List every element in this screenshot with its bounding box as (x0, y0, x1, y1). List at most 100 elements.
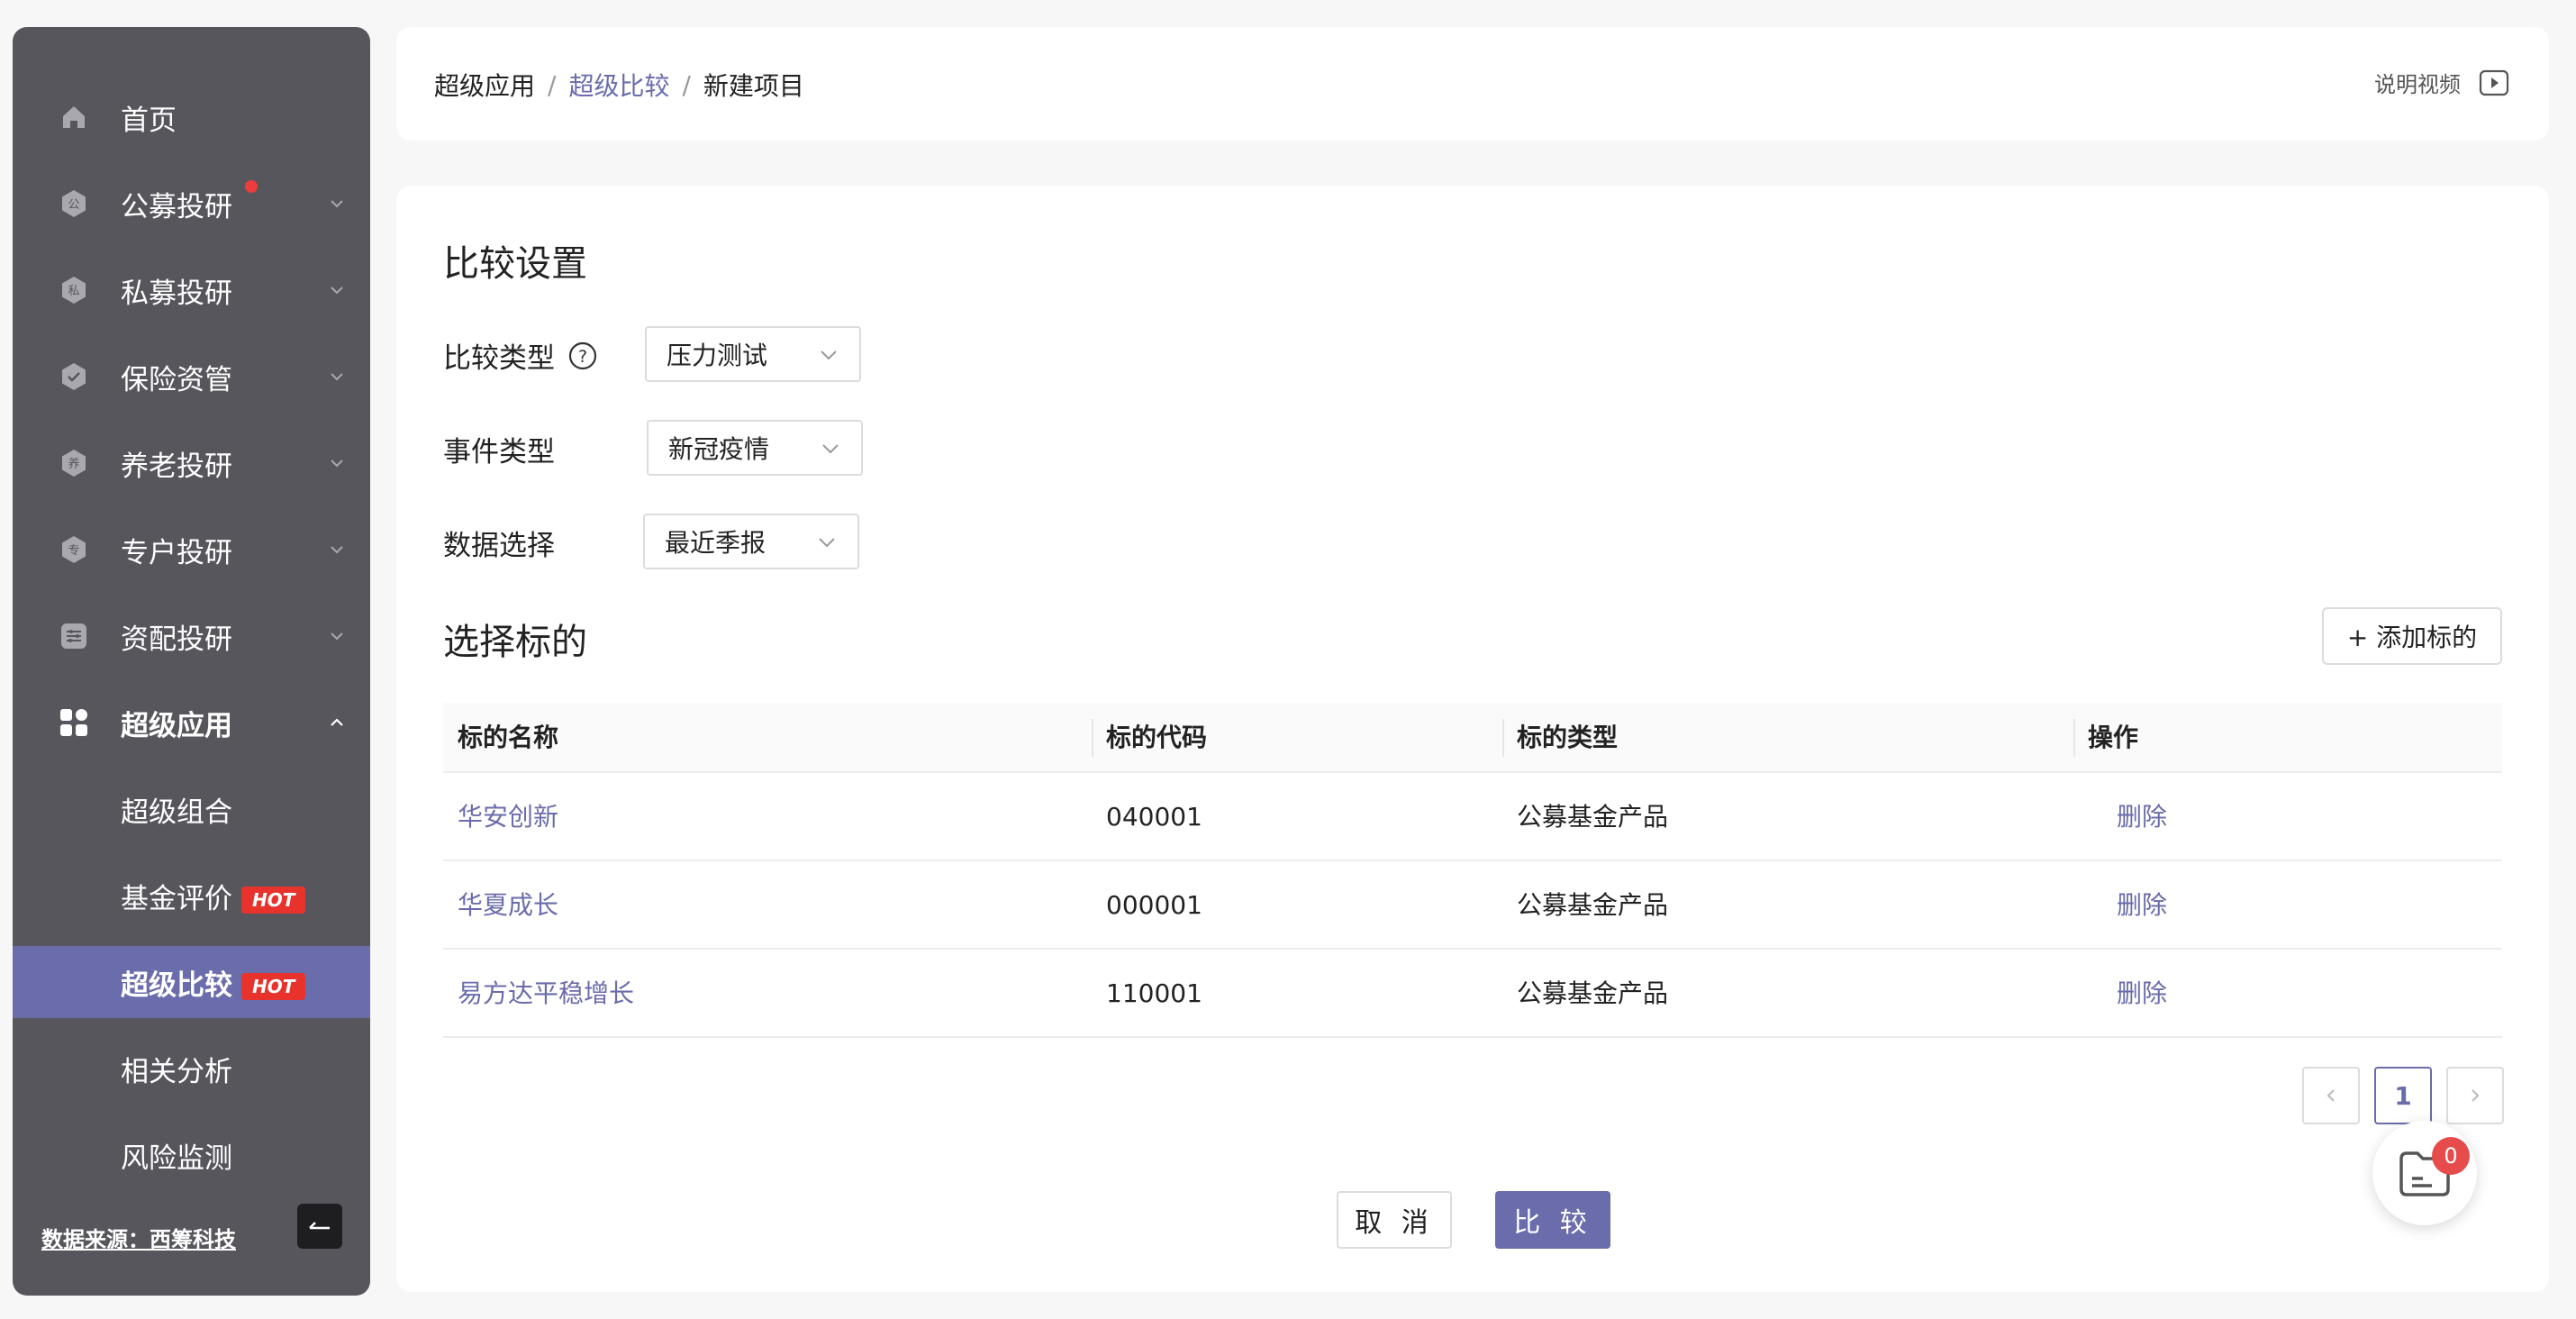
chevron-down-icon (821, 350, 837, 360)
column-header-action: 操作 (2073, 703, 2138, 773)
sidebar-item-pension[interactable]: 养 养老投研 (13, 427, 370, 499)
target-type: 公募基金产品 (1517, 978, 1669, 1008)
svg-text:公: 公 (68, 198, 79, 212)
cancel-button[interactable]: 取 消 (1337, 1191, 1452, 1249)
header-bar: 超级应用 / 超级比较 / 新建项目 说明视频 (396, 27, 2549, 141)
target-code: 040001 (1106, 802, 1202, 832)
chevron-right-icon (2472, 1089, 2480, 1102)
prev-page-button[interactable] (2302, 1067, 2360, 1124)
sidebar-item-label: 超级比较 (121, 969, 232, 1002)
help-question-icon[interactable]: ? (567, 341, 598, 371)
sidebar-item-correlation[interactable]: 相关分析 (13, 1032, 370, 1105)
svg-text:专: 专 (68, 544, 79, 558)
sidebar-item-public-fund[interactable]: 公 公募投研 (13, 168, 370, 240)
chevron-left-icon (2327, 1089, 2335, 1102)
sidebar-item-private-fund[interactable]: 私 私募投研 (13, 254, 370, 326)
selection-basket-button[interactable]: 0 (2372, 1121, 2477, 1225)
sidebar: 首页 公 公募投研 私 私募投研 保险资管 养 养老投研 专 专户投研 资配投研… (13, 27, 370, 1296)
svg-text:?: ? (578, 347, 587, 367)
main-panel: 比较设置 比较类型 ? 压力测试 事件类型 新冠疫情 数据选择 最近季报 选择标… (396, 186, 2549, 1292)
chevron-down-icon (326, 193, 348, 214)
chevron-down-icon (326, 452, 348, 474)
page-number-button[interactable]: 1 (2374, 1067, 2432, 1124)
compare-type-value: 压力测试 (667, 341, 768, 370)
breadcrumb-item-super-compare[interactable]: 超级比较 (568, 71, 669, 101)
column-header-name: 标的名称 (458, 723, 559, 752)
delete-button[interactable]: 删除 (2073, 950, 2167, 1038)
sidebar-item-label-wrap: 基金评价 HOT (121, 876, 306, 916)
sidebar-item-label: 私募投研 (121, 277, 232, 310)
pension-icon: 养 (58, 447, 90, 479)
table-row: 华安创新 040001 公募基金产品 删除 (443, 773, 2502, 861)
chevron-down-icon (326, 539, 348, 560)
sidebar-item-label: 养老投研 (121, 450, 232, 483)
compare-button[interactable]: 比 较 (1495, 1191, 1610, 1249)
sidebar-item-asset-allocation[interactable]: 资配投研 (13, 600, 370, 672)
chevron-down-icon (819, 538, 835, 548)
data-selection-label: 数据选择 (443, 530, 555, 562)
data-selection-select[interactable]: 最近季报 (643, 514, 859, 569)
delete-button[interactable]: 删除 (2073, 773, 2167, 861)
target-type: 公募基金产品 (1517, 802, 1669, 832)
sidebar-item-super-apps[interactable]: 超级应用 (13, 687, 370, 759)
chevron-up-icon (326, 712, 348, 733)
sidebar-item-risk-monitor[interactable]: 风险监测 (13, 1119, 370, 1191)
home-icon (58, 101, 90, 133)
event-type-select[interactable]: 新冠疫情 (647, 420, 863, 476)
column-header-type: 标的类型 (1502, 703, 1618, 773)
chevron-down-icon (326, 366, 348, 387)
sidebar-item-special-account[interactable]: 专 专户投研 (13, 514, 370, 586)
sidebar-item-label: 首页 (121, 104, 177, 137)
data-source-link[interactable]: 数据来源：西筹科技 (41, 1222, 236, 1253)
data-selection-value: 最近季报 (665, 528, 766, 558)
table-header: 标的名称 标的代码 标的类型 操作 (443, 703, 2502, 773)
sidebar-item-label: 超级组合 (121, 796, 232, 829)
targets-table: 标的名称 标的代码 标的类型 操作 华安创新 040001 公募基金产品 删除 … (443, 703, 2502, 1038)
target-name-link[interactable]: 华安创新 (443, 773, 558, 861)
settings-title: 比较设置 (443, 243, 587, 285)
add-target-button[interactable]: + 添加标的 (2322, 607, 2502, 665)
delete-button[interactable]: 删除 (2073, 861, 2167, 950)
event-type-label: 事件类型 (443, 436, 555, 468)
sidebar-item-fund-rating[interactable]: 基金评价 HOT (13, 860, 370, 932)
sidebar-item-super-compare[interactable]: 超级比较 HOT (13, 946, 370, 1018)
notification-dot (245, 180, 258, 193)
breadcrumb: 超级应用 / 超级比较 / 新建项目 (434, 67, 804, 103)
event-type-value: 新冠疫情 (668, 434, 770, 464)
compare-type-label-text: 比较类型 (443, 342, 555, 375)
next-page-button[interactable] (2446, 1067, 2504, 1124)
chevron-down-icon (822, 444, 839, 454)
sidebar-item-label: 超级应用 (121, 709, 232, 742)
hot-badge: HOT (241, 887, 306, 914)
breadcrumb-item-new-project: 新建项目 (703, 71, 804, 101)
target-name-link[interactable]: 华夏成长 (443, 861, 558, 950)
sidebar-item-home[interactable]: 首页 (13, 81, 370, 153)
private-fund-icon: 私 (58, 274, 90, 306)
sidebar-item-label: 相关分析 (121, 1055, 232, 1088)
public-fund-icon: 公 (58, 187, 90, 220)
insurance-icon (58, 360, 90, 393)
breadcrumb-item-super-apps[interactable]: 超级应用 (434, 71, 535, 101)
help-video-link[interactable]: 说明视频 (2374, 67, 2509, 98)
target-code: 000001 (1106, 890, 1202, 920)
hot-badge: HOT (241, 973, 306, 1000)
column-header-code: 标的代码 (1092, 703, 1207, 773)
target-code: 110001 (1106, 978, 1202, 1008)
chevron-down-icon (326, 279, 348, 301)
target-type: 公募基金产品 (1517, 890, 1669, 920)
sidebar-item-label: 专户投研 (121, 536, 232, 569)
basket-count-badge: 0 (2432, 1137, 2470, 1175)
svg-text:私: 私 (68, 285, 79, 298)
asset-allocation-icon (58, 620, 90, 652)
target-name-link[interactable]: 易方达平稳增长 (443, 950, 634, 1038)
apps-grid-icon (58, 706, 90, 739)
sidebar-item-insurance[interactable]: 保险资管 (13, 341, 370, 413)
play-video-icon (2479, 69, 2509, 96)
collapse-icon (309, 1222, 330, 1230)
sidebar-item-label-wrap: 超级比较 HOT (121, 962, 306, 1003)
sidebar-item-label: 资配投研 (121, 623, 232, 656)
compare-type-select[interactable]: 压力测试 (645, 326, 861, 382)
sidebar-item-super-portfolio[interactable]: 超级组合 (13, 773, 370, 845)
special-account-icon: 专 (58, 533, 90, 566)
collapse-sidebar-button[interactable] (297, 1204, 342, 1249)
